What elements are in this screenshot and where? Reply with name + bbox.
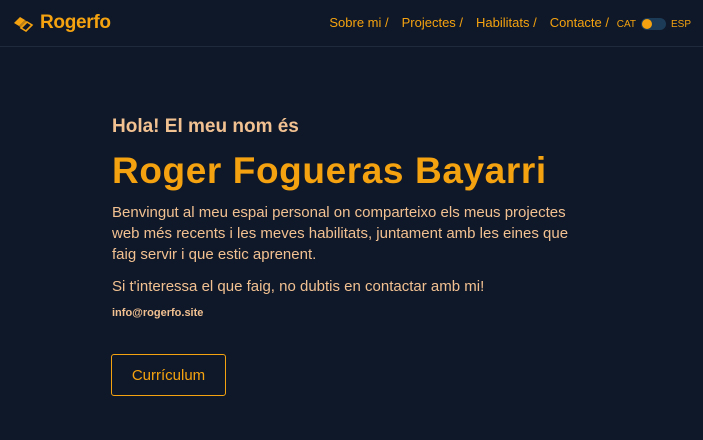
language-toggle-knob bbox=[641, 19, 652, 29]
hero-intro: Benvingut al meu espai personal on compa… bbox=[112, 204, 569, 263]
language-label-esp: ESP bbox=[670, 18, 691, 30]
logo-text: Rogerfo bbox=[40, 12, 111, 33]
language-toggle[interactable] bbox=[640, 18, 666, 30]
nav-contact[interactable]: Contacte / bbox=[550, 15, 609, 30]
email-link[interactable]: info@rogerfo.site bbox=[112, 307, 203, 319]
nav-skills[interactable]: Habilitats / bbox=[476, 15, 537, 30]
language-switcher: CAT ESP bbox=[617, 18, 691, 30]
page: Rogerfo Sobre mi / Projectes / Habilitat… bbox=[0, 0, 703, 440]
hero-greeting: Hola! El meu nom és bbox=[112, 116, 299, 137]
logo-icon bbox=[14, 17, 34, 32]
hero-section: Hola! El meu nom és Roger Fogueras Bayar… bbox=[112, 116, 672, 321]
nav-projects[interactable]: Projectes / bbox=[402, 15, 463, 30]
hero-name: Roger Fogueras Bayarri bbox=[112, 150, 547, 191]
logo-link[interactable]: Rogerfo bbox=[12, 11, 111, 35]
language-label-cat: CAT bbox=[616, 18, 636, 30]
hero-cta: Si t'interessa el que faig, no dubtis en… bbox=[112, 278, 485, 295]
main-nav: Sobre mi / Projectes / Habilitats / Cont… bbox=[329, 15, 609, 30]
site-header: Rogerfo Sobre mi / Projectes / Habilitat… bbox=[0, 0, 703, 47]
curriculum-button[interactable]: Currículum bbox=[111, 354, 226, 396]
nav-about[interactable]: Sobre mi / bbox=[329, 15, 388, 30]
